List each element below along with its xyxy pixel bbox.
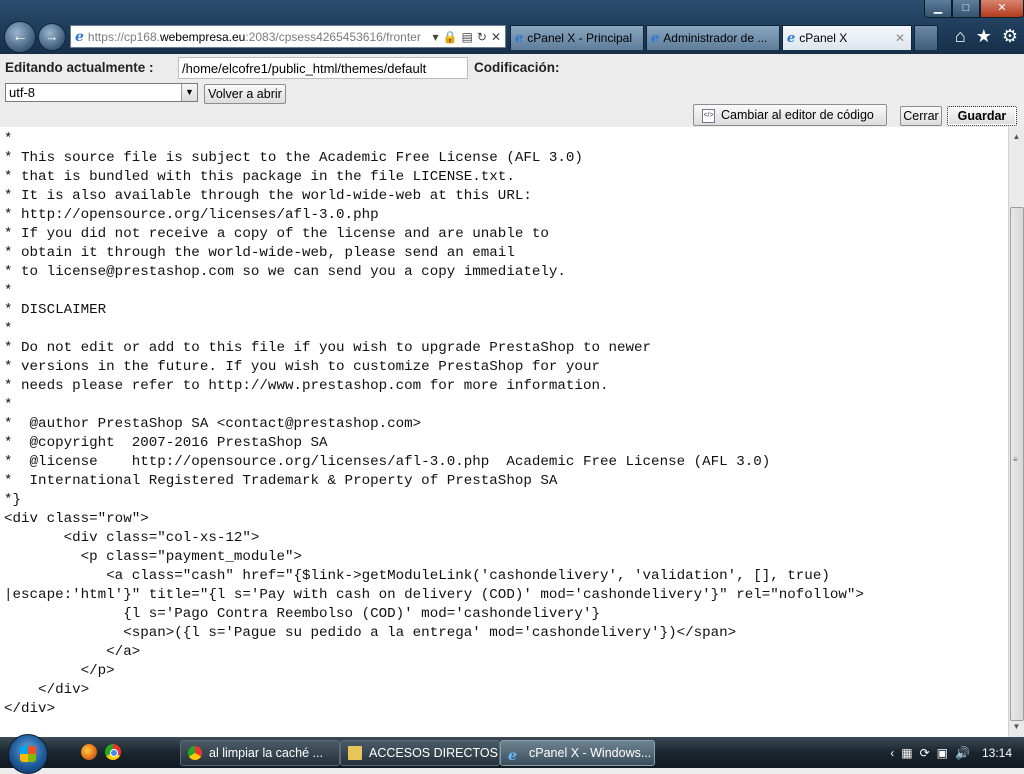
favorites-star-icon[interactable]: ★ <box>976 26 992 47</box>
url-text[interactable]: https://cp168.webempresa.eu:2083/cpsess4… <box>88 30 429 44</box>
chrome-icon <box>188 746 202 760</box>
ie-tab-icon: e <box>515 30 524 46</box>
stop-icon[interactable]: ✕ <box>491 30 501 44</box>
chrome-icon[interactable] <box>105 744 121 760</box>
tab-close-icon[interactable]: ✕ <box>895 31 905 45</box>
close-window-button[interactable]: ✕ <box>980 0 1024 18</box>
encoding-label: Codificación: <box>474 60 560 75</box>
dropdown-icon[interactable]: ▾ <box>433 30 439 44</box>
browser-tools: ⌂ ★ ⚙ <box>955 26 1018 47</box>
url-prefix: https://cp168. <box>87 29 160 44</box>
monitor-icon[interactable]: ▣ <box>937 746 948 760</box>
ie-page-icon: e <box>75 28 84 45</box>
maximize-button[interactable]: □ <box>952 0 980 18</box>
volume-icon[interactable]: 🔊 <box>955 746 970 760</box>
clock[interactable]: 13:14 <box>982 746 1012 760</box>
url-rest: :2083/cpsess4265453616/fronter <box>245 29 421 44</box>
taskbar-item-label: al limpiar la caché ... <box>209 746 323 760</box>
forward-button[interactable]: → <box>38 23 66 51</box>
scroll-up-icon[interactable]: ▲ <box>1009 129 1024 145</box>
code-content[interactable]: * * This source file is subject to the A… <box>0 127 1008 719</box>
tab-label: Administrador de ... <box>663 31 768 45</box>
taskbar-item-folder[interactable]: ACCESOS DIRECTOS <box>340 740 500 766</box>
back-button[interactable]: ← <box>4 21 36 53</box>
code-textarea[interactable]: * * This source file is subject to the A… <box>0 127 1008 737</box>
firefox-icon[interactable] <box>81 744 97 760</box>
sync-icon[interactable]: ⟳ <box>920 746 930 760</box>
taskbar-item-ie[interactable]: e cPanel X - Windows... <box>500 740 655 766</box>
ie-icon: e <box>508 748 517 764</box>
encoding-select[interactable]: utf-8 ▼ <box>5 83 198 102</box>
lock-icon[interactable]: 🔒 <box>443 30 458 44</box>
url-host: webempresa.eu <box>159 29 246 44</box>
code-editor-icon: </> <box>702 108 715 123</box>
taskbar-item-label: ACCESOS DIRECTOS <box>369 746 498 760</box>
tab-cpanel-principal[interactable]: e cPanel X - Principal <box>510 25 644 50</box>
scrollbar-grip-icon: ≡ <box>1013 455 1018 464</box>
tab-cpanel-x[interactable]: e cPanel X ✕ <box>782 25 912 50</box>
file-path-field[interactable]: /home/elcofre1/public_html/themes/defaul… <box>178 57 468 79</box>
show-hidden-icons-icon[interactable]: ‹ <box>890 746 894 760</box>
gear-icon[interactable]: ⚙ <box>1002 26 1018 47</box>
taskbar-item-label: cPanel X - Windows... <box>529 746 652 760</box>
home-icon[interactable]: ⌂ <box>955 26 966 47</box>
new-tab-button[interactable] <box>914 25 938 50</box>
close-button[interactable]: Cerrar <box>900 106 942 126</box>
reopen-button[interactable]: Volver a abrir <box>204 84 286 104</box>
tab-label: cPanel X <box>799 31 848 45</box>
switch-editor-label: Cambiar al editor de código <box>721 108 874 122</box>
ie-tab-icon: e <box>787 30 796 46</box>
browser-chrome: ▁ □ ✕ ← → e https://cp168.webempresa.eu:… <box>0 0 1024 54</box>
compat-view-icon[interactable]: ▤ <box>462 30 473 44</box>
editing-label: Editando actualmente : <box>5 60 154 75</box>
save-button[interactable]: Guardar <box>947 106 1017 126</box>
folder-icon <box>348 746 362 760</box>
tab-administrador[interactable]: e Administrador de ... <box>646 25 780 50</box>
start-button[interactable] <box>8 734 48 774</box>
taskbar: al limpiar la caché ... ACCESOS DIRECTOS… <box>0 734 1024 774</box>
refresh-icon[interactable]: ↻ <box>477 30 487 44</box>
network-icon[interactable]: ▦ <box>901 746 912 760</box>
tab-strip: e cPanel X - Principal e Administrador d… <box>510 25 938 51</box>
arrow-left-icon: ← <box>12 28 28 45</box>
scrollbar-thumb[interactable]: ≡ <box>1010 207 1024 721</box>
ie-tab-icon: e <box>651 30 660 46</box>
minimize-button[interactable]: ▁ <box>924 0 952 18</box>
address-bar-tools: ▾ 🔒 ▤ ↻ ✕ <box>429 30 505 44</box>
taskbar-item-chrome[interactable]: al limpiar la caché ... <box>180 740 340 766</box>
arrow-right-icon: → <box>45 29 59 44</box>
encoding-value: utf-8 <box>9 85 36 100</box>
tab-label: cPanel X - Principal <box>527 31 632 45</box>
vertical-scrollbar[interactable]: ▲ ≡ ▼ <box>1008 127 1024 737</box>
system-tray: ‹ ▦ ⟳ ▣ 🔊 13:14 <box>883 737 1024 768</box>
chevron-down-icon[interactable]: ▼ <box>181 84 197 101</box>
window-controls: ▁ □ ✕ <box>924 0 1024 18</box>
scroll-down-icon[interactable]: ▼ <box>1009 719 1024 735</box>
switch-to-code-editor-button[interactable]: </> Cambiar al editor de código <box>693 104 887 126</box>
address-bar[interactable]: e https://cp168.webempresa.eu:2083/cpses… <box>70 25 506 48</box>
